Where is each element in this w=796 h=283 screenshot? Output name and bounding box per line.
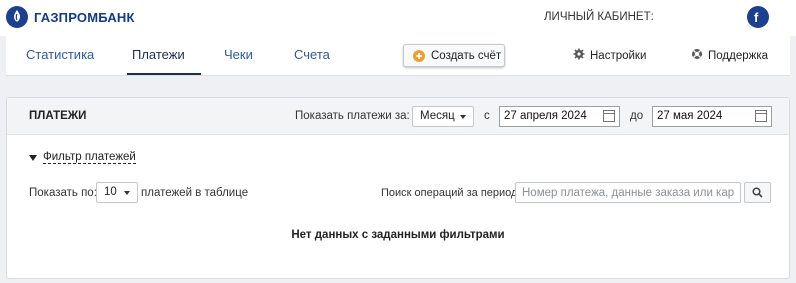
cabinet-label: ЛИЧНЫЙ КАБИНЕТ: — [544, 11, 654, 23]
per-page-label: Показать по: — [29, 187, 97, 199]
calendar-icon[interactable] — [755, 110, 767, 122]
payment-filter-toggle[interactable]: Фильтр платежей — [29, 151, 136, 164]
tab-receipts[interactable]: Чеки — [224, 47, 253, 62]
payments-panel: ПЛАТЕЖИ Показать платежи за: Месяц с 27 … — [6, 97, 790, 279]
period-select[interactable]: Месяц — [412, 106, 474, 127]
to-label: до — [630, 110, 644, 122]
filter-icon — [29, 154, 37, 161]
user-avatar-icon[interactable]: f — [747, 6, 769, 28]
support-label: Поддержка — [708, 49, 768, 62]
empty-state-message: Нет данных с заданными фильтрами — [291, 229, 505, 241]
create-invoice-label: Создать счёт — [431, 49, 502, 62]
tab-statistics[interactable]: Статистика — [26, 47, 94, 62]
gazprombank-logo-icon — [6, 6, 28, 28]
create-invoice-button[interactable]: Создать счёт — [403, 44, 505, 67]
from-label: с — [484, 110, 490, 122]
from-date-input[interactable]: 27 апреля 2024 — [499, 106, 620, 127]
logo[interactable]: ГАЗПРОМБАНК — [6, 6, 135, 28]
per-page-value: 10 — [104, 186, 117, 198]
to-date-input[interactable]: 27 мая 2024 — [652, 106, 772, 127]
tab-invoices[interactable]: Счета — [294, 47, 330, 62]
period-value: Месяц — [420, 110, 455, 122]
lifebuoy-icon — [691, 48, 703, 63]
settings-link[interactable]: Настройки — [573, 48, 646, 63]
brand-name: ГАЗПРОМБАНК — [34, 9, 135, 25]
panel-header: ПЛАТЕЖИ Показать платежи за: Месяц с 27 … — [7, 98, 789, 135]
period-label: Показать платежи за: — [295, 110, 410, 122]
per-page-suffix: платежей в таблице — [141, 187, 249, 199]
support-link[interactable]: Поддержка — [691, 48, 768, 63]
settings-label: Настройки — [590, 49, 647, 62]
calendar-icon[interactable] — [603, 110, 615, 122]
chevron-down-icon — [460, 115, 466, 119]
active-tab-indicator — [127, 73, 201, 75]
top-bar: ГАЗПРОМБАНК ЛИЧНЫЙ КАБИНЕТ: f — [0, 0, 796, 36]
per-page-select[interactable]: 10 — [96, 182, 138, 203]
search-icon — [752, 187, 763, 198]
tab-payments[interactable]: Платежи — [132, 47, 185, 62]
chevron-down-icon — [124, 191, 130, 195]
filter-label: Фильтр платежей — [43, 151, 136, 164]
main-nav: Статистика Платежи Чеки Счета Создать сч… — [6, 36, 790, 76]
plus-circle-icon — [413, 49, 425, 62]
from-date-value: 27 апреля 2024 — [504, 110, 587, 122]
gear-icon — [573, 48, 585, 63]
to-date-value: 27 мая 2024 — [657, 110, 723, 122]
svg-text:f: f — [754, 10, 759, 25]
panel-title: ПЛАТЕЖИ — [29, 110, 87, 122]
search-button[interactable] — [744, 182, 771, 203]
search-label: Поиск операций за период: — [381, 187, 521, 199]
search-input[interactable] — [515, 182, 741, 203]
